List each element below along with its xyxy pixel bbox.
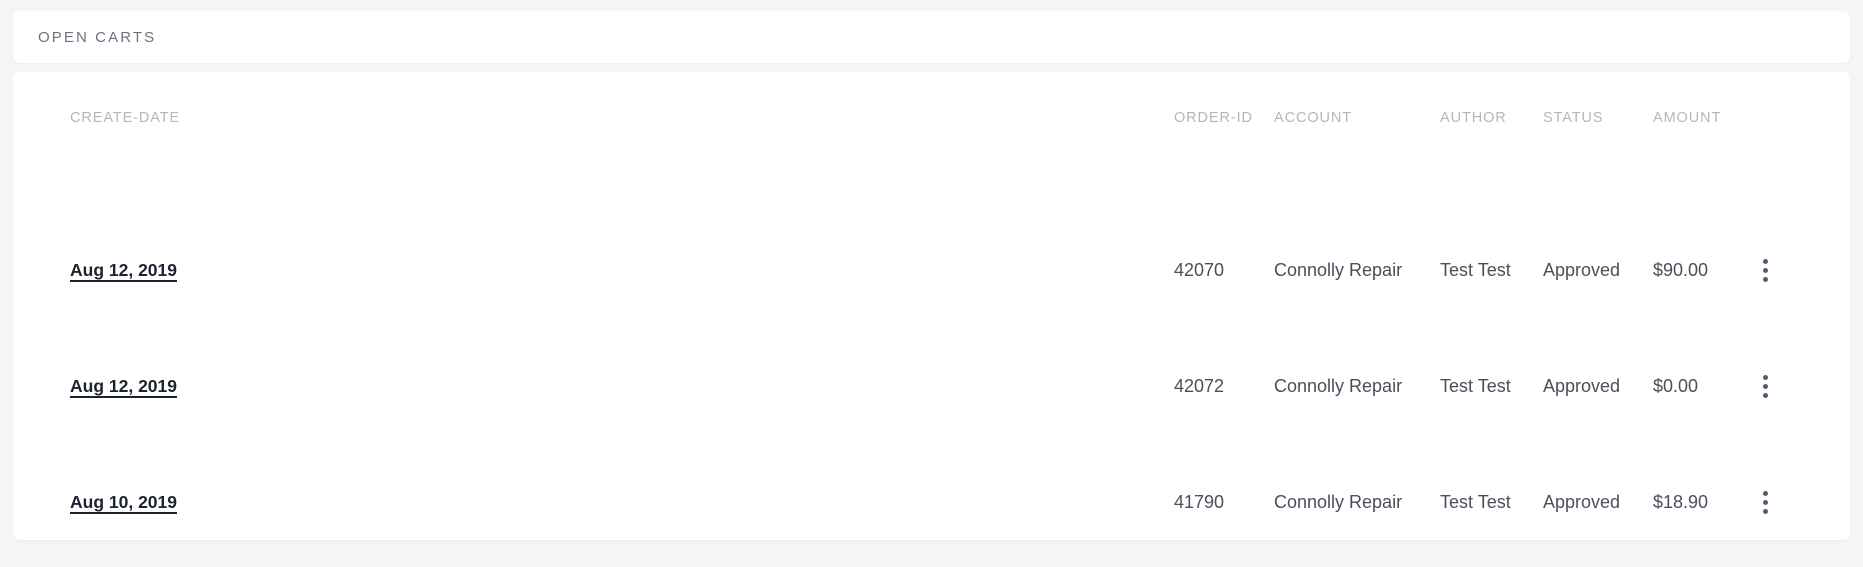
cell-order-id: 41790 [1174,492,1225,512]
overflow-menu-vertical-icon[interactable] [1753,368,1777,404]
column-header-status[interactable]: STATUS [1543,100,1603,136]
create-date-link[interactable]: Aug 12, 2019 [70,260,177,280]
cell-create-date: Aug 10, 2019 [70,484,177,520]
cell-create-date: Aug 12, 2019 [70,252,177,288]
cell-account: Connolly Repair [1274,376,1403,396]
cell-row-actions [1753,484,1793,520]
cell-create-date: Aug 12, 2019 [70,368,177,404]
cell-author: Test Test [1440,260,1511,280]
column-header-amount[interactable]: AMOUNT [1653,100,1721,136]
open-carts-table: CREATE-DATE ORDER-ID ACCOUNT AUTHOR STAT… [13,72,1850,540]
open-carts-table-card: CREATE-DATE ORDER-ID ACCOUNT AUTHOR STAT… [13,72,1850,540]
cell-account: Connolly Repair [1274,492,1403,512]
column-header-account[interactable]: ACCOUNT [1274,100,1352,136]
table-row[interactable]: Aug 12, 2019 42072 Connolly Repair Test … [13,368,1850,404]
cell-status: Approved [1543,376,1621,396]
table-row[interactable]: Aug 10, 2019 41790 Connolly Repair Test … [13,484,1850,520]
cell-row-actions [1753,368,1793,404]
cell-row-actions [1753,252,1793,288]
cell-author: Test Test [1440,492,1511,512]
cell-status: Approved [1543,260,1621,280]
table-header-row: CREATE-DATE ORDER-ID ACCOUNT AUTHOR STAT… [13,100,1850,136]
column-header-order-id[interactable]: ORDER-ID [1174,100,1253,136]
page-title: OPEN CARTS [38,28,157,46]
column-header-author[interactable]: AUTHOR [1440,100,1507,136]
create-date-link[interactable]: Aug 10, 2019 [70,492,177,512]
cell-amount: $90.00 [1653,260,1709,280]
overflow-menu-vertical-icon[interactable] [1753,252,1777,288]
create-date-link[interactable]: Aug 12, 2019 [70,376,177,396]
cell-status: Approved [1543,492,1621,512]
cell-order-id: 42070 [1174,260,1225,280]
cell-account: Connolly Repair [1274,260,1403,280]
cell-amount: $0.00 [1653,376,1699,396]
panel-title-card: OPEN CARTS [13,11,1850,63]
cell-order-id: 42072 [1174,376,1225,396]
overflow-menu-vertical-icon[interactable] [1753,484,1777,520]
table-row[interactable]: Aug 12, 2019 42070 Connolly Repair Test … [13,252,1850,288]
cell-amount: $18.90 [1653,492,1709,512]
column-header-create-date[interactable]: CREATE-DATE [70,100,180,136]
open-carts-page: OPEN CARTS CREATE-DATE ORDER-ID ACCOUNT … [0,0,1863,567]
cell-author: Test Test [1440,376,1511,396]
